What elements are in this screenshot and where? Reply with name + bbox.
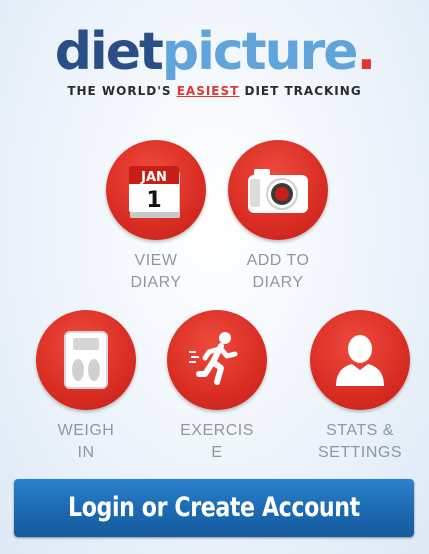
tagline-after: DIET TRACKING: [239, 84, 362, 98]
login-button[interactable]: Login or Create Account: [14, 479, 414, 537]
view-diary-button[interactable]: JAN 1 VIEW DIARY: [106, 140, 206, 294]
app-logo: dietpicture.: [0, 22, 429, 82]
weigh-in-button[interactable]: WEIGH IN: [36, 310, 136, 464]
login-button-label: Login or Create Account: [68, 492, 360, 523]
tagline-before: THE WORLD'S: [67, 84, 177, 98]
stats-settings-button[interactable]: STATS & SETTINGS: [305, 310, 415, 464]
exercise-label-line2: E: [211, 444, 223, 461]
add-to-diary-button[interactable]: ADD TO DIARY: [228, 140, 328, 294]
add-to-diary-circle[interactable]: [228, 140, 328, 240]
calendar-month: JAN: [140, 170, 167, 185]
calendar-icon: JAN 1: [129, 166, 180, 218]
logo-diet: diet: [54, 22, 164, 82]
exercise-button[interactable]: EXERCIS E: [167, 310, 267, 464]
weigh-in-label-line1: WEIGH: [57, 422, 115, 439]
exercise-label: EXERCIS E: [167, 420, 267, 464]
view-diary-label: VIEW DIARY: [106, 250, 206, 294]
weigh-in-circle[interactable]: [36, 310, 136, 410]
camera-icon: [248, 169, 308, 213]
stats-settings-label: STATS & SETTINGS: [305, 420, 415, 464]
weigh-in-label-line2: IN: [77, 444, 95, 461]
scale-icon: [64, 331, 108, 389]
stats-settings-label-line1: STATS &: [326, 422, 394, 439]
view-diary-label-line2: DIARY: [130, 274, 182, 291]
logo-picture: picture: [161, 22, 359, 82]
add-to-diary-label: ADD TO DIARY: [228, 250, 328, 294]
exercise-circle[interactable]: [167, 310, 267, 410]
tagline-emphasis: EASIEST: [176, 84, 240, 98]
stats-settings-circle[interactable]: [310, 310, 410, 410]
view-diary-label-line1: VIEW: [134, 252, 178, 269]
add-to-diary-label-line2: DIARY: [252, 274, 304, 291]
add-to-diary-label-line1: ADD TO: [246, 252, 310, 269]
exercise-label-line1: EXERCIS: [180, 422, 254, 439]
stats-settings-label-line2: SETTINGS: [317, 444, 402, 461]
view-diary-circle[interactable]: JAN 1: [106, 140, 206, 240]
tagline: THE WORLD'S EASIEST DIET TRACKING: [0, 84, 429, 98]
logo-dot: .: [356, 22, 377, 82]
person-silhouette-icon: [336, 335, 384, 386]
running-person-icon: [189, 332, 238, 385]
calendar-day: 1: [146, 188, 161, 213]
weigh-in-label: WEIGH IN: [36, 420, 136, 464]
